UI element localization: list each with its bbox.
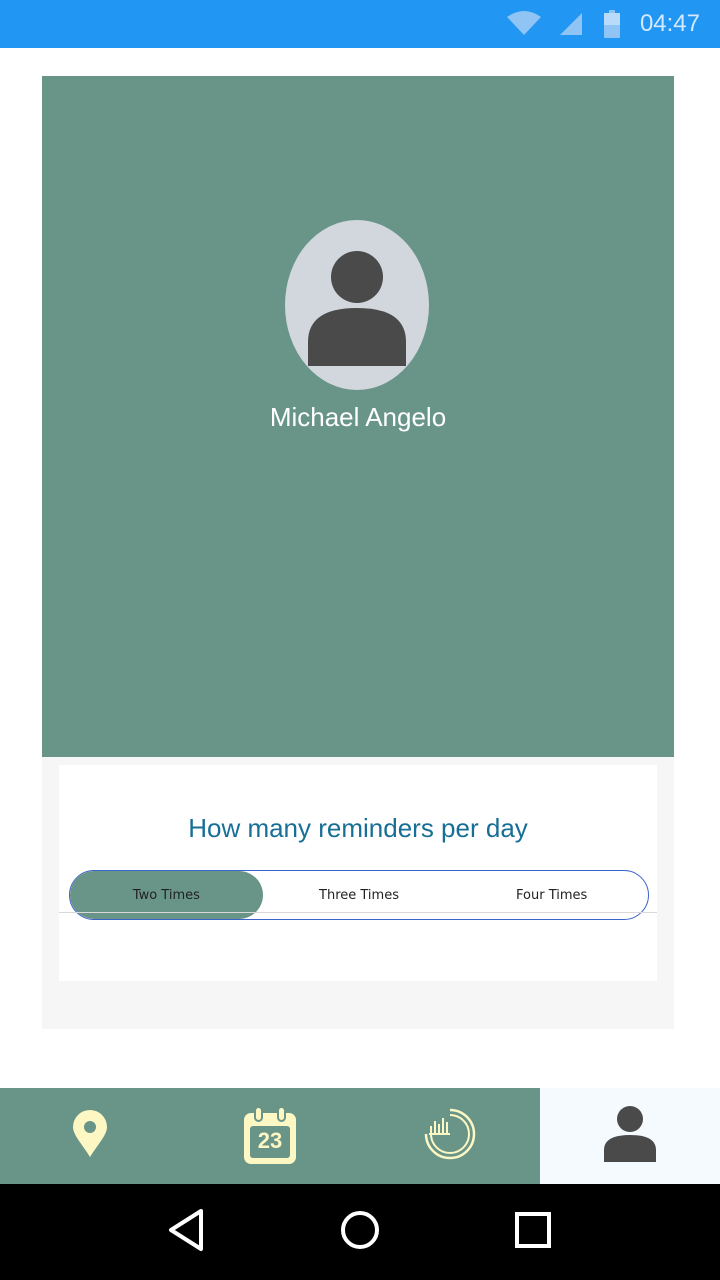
location-pin-icon	[72, 1109, 108, 1163]
recents-icon	[514, 1211, 552, 1254]
profile-icon	[603, 1105, 657, 1168]
user-name: Michael Angelo	[269, 402, 447, 432]
bottom-nav: 23	[0, 1088, 720, 1184]
system-nav-bar	[0, 1184, 720, 1280]
calendar-icon: 23	[243, 1107, 297, 1165]
status-bar: 04:47	[0, 0, 720, 48]
reminder-settings-card: How many reminders per day Two Times Thr…	[59, 765, 657, 981]
signal-icon	[558, 11, 584, 37]
profile-card: Michael Angelo	[42, 76, 674, 757]
back-icon	[167, 1208, 207, 1257]
status-icons: 04:47	[506, 0, 700, 48]
user-avatar-icon[interactable]	[285, 220, 429, 390]
reminders-title: How many reminders per day	[188, 813, 528, 843]
home-icon	[339, 1209, 381, 1256]
back-button[interactable]	[157, 1202, 217, 1262]
status-time: 04:47	[639, 10, 700, 37]
statistics-chart-icon	[423, 1107, 477, 1166]
nav-calendar[interactable]: 23	[180, 1088, 360, 1184]
recents-button[interactable]	[503, 1202, 563, 1262]
divider	[59, 912, 657, 913]
battery-icon	[603, 10, 620, 38]
calendar-day-number: 23	[257, 1128, 283, 1153]
nav-statistics[interactable]	[360, 1088, 540, 1184]
wifi-icon	[506, 11, 542, 37]
settings-area: How many reminders per day Two Times Thr…	[42, 757, 674, 1029]
home-button[interactable]	[330, 1202, 390, 1262]
nav-location[interactable]	[0, 1088, 180, 1184]
nav-profile[interactable]	[540, 1088, 720, 1184]
